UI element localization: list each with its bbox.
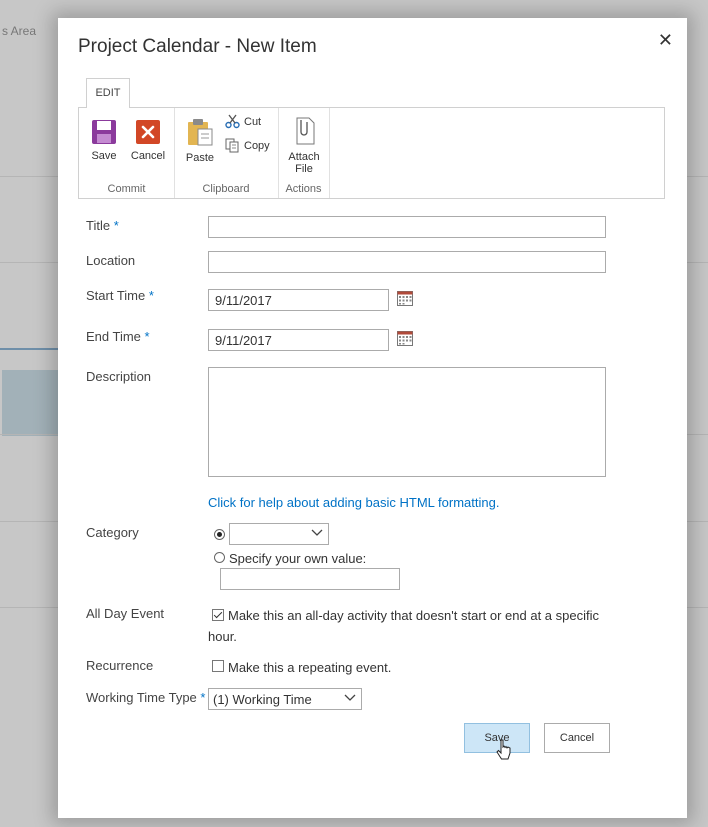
ribbon-group-clipboard: Paste Cut Copy Clipboard — [174, 108, 279, 198]
start-time-label: Start Time * — [86, 288, 154, 303]
ribbon-attach-label-1: Attach — [288, 151, 320, 163]
ribbon-save-button[interactable]: Save — [89, 119, 119, 162]
new-item-dialog: Project Calendar - New Item ✕ EDIT Save … — [58, 18, 687, 818]
title-label: Title * — [86, 218, 119, 233]
location-label: Location — [86, 253, 136, 268]
paste-icon — [188, 119, 213, 146]
ribbon-paste-button[interactable]: Paste — [184, 117, 216, 164]
group-label-commit: Commit — [107, 183, 146, 195]
all-day-text-line1: Make this an all-day activity that doesn… — [228, 608, 599, 623]
ribbon-attach-file-button[interactable]: Attach File — [282, 116, 326, 175]
title-input[interactable] — [208, 216, 606, 238]
ribbon-attach-label-2: File — [295, 163, 313, 175]
start-time-input[interactable]: 9/11/2017 — [208, 289, 389, 311]
working-time-type-label: Working Time Type * — [86, 690, 206, 705]
description-label: Description — [86, 369, 152, 384]
group-label-clipboard: Clipboard — [202, 183, 250, 195]
recurrence-checkbox[interactable] — [212, 660, 224, 672]
end-time-label: End Time * — [86, 329, 150, 344]
tab-edit[interactable]: EDIT — [86, 78, 130, 108]
save-icon — [92, 120, 116, 144]
working-time-type-select[interactable]: (1) Working Time — [208, 688, 362, 710]
ribbon-cut-button[interactable]: Cut — [225, 114, 261, 129]
ribbon-copy-button[interactable]: Copy — [225, 138, 270, 153]
copy-icon — [225, 138, 239, 153]
recurrence-label: Recurrence — [86, 658, 154, 673]
location-input[interactable] — [208, 251, 606, 273]
mouse-pointer-icon — [496, 739, 511, 760]
category-label: Category — [86, 525, 139, 540]
scissors-icon — [225, 114, 240, 129]
ribbon-cancel-label: Cancel — [130, 150, 166, 162]
ribbon: Save Cancel Commit Paste Cut Copy Clipbo… — [78, 107, 665, 199]
all-day-checkbox[interactable] — [212, 609, 224, 621]
recurrence-text: Make this a repeating event. — [228, 660, 392, 675]
category-select[interactable] — [229, 523, 329, 545]
working-time-selected-value: (1) Working Time — [213, 692, 312, 707]
calendar-icon[interactable] — [397, 331, 413, 346]
paperclip-icon — [296, 117, 315, 145]
chevron-down-icon — [344, 694, 356, 701]
chevron-down-icon — [311, 529, 323, 536]
cancel-button[interactable]: Cancel — [544, 723, 610, 753]
category-own-value-radio[interactable] — [214, 552, 225, 563]
ribbon-paste-label: Paste — [185, 152, 215, 164]
calendar-icon[interactable] — [397, 291, 413, 306]
all-day-event-label: All Day Event — [86, 606, 165, 621]
close-icon[interactable]: ✕ — [658, 30, 673, 51]
cancel-icon — [136, 120, 160, 144]
html-formatting-help-link[interactable]: Click for help about adding basic HTML f… — [208, 495, 499, 510]
ribbon-group-commit: Save Cancel Commit — [79, 108, 175, 198]
own-value-input[interactable] — [220, 568, 400, 590]
ribbon-group-actions: Attach File Actions — [278, 108, 330, 198]
category-choice-radio[interactable] — [214, 529, 225, 540]
dialog-title: Project Calendar - New Item — [78, 36, 317, 57]
ribbon-cut-label: Cut — [244, 115, 262, 128]
group-label-actions: Actions — [285, 183, 322, 195]
ribbon-copy-label: Copy — [244, 139, 270, 152]
own-value-label: Specify your own value: — [229, 551, 367, 566]
description-textarea[interactable] — [208, 367, 606, 477]
ribbon-save-label: Save — [91, 150, 117, 162]
all-day-text-line2: hour. — [208, 629, 237, 644]
end-time-input[interactable]: 9/11/2017 — [208, 329, 389, 351]
ribbon-cancel-button[interactable]: Cancel — [129, 119, 167, 162]
